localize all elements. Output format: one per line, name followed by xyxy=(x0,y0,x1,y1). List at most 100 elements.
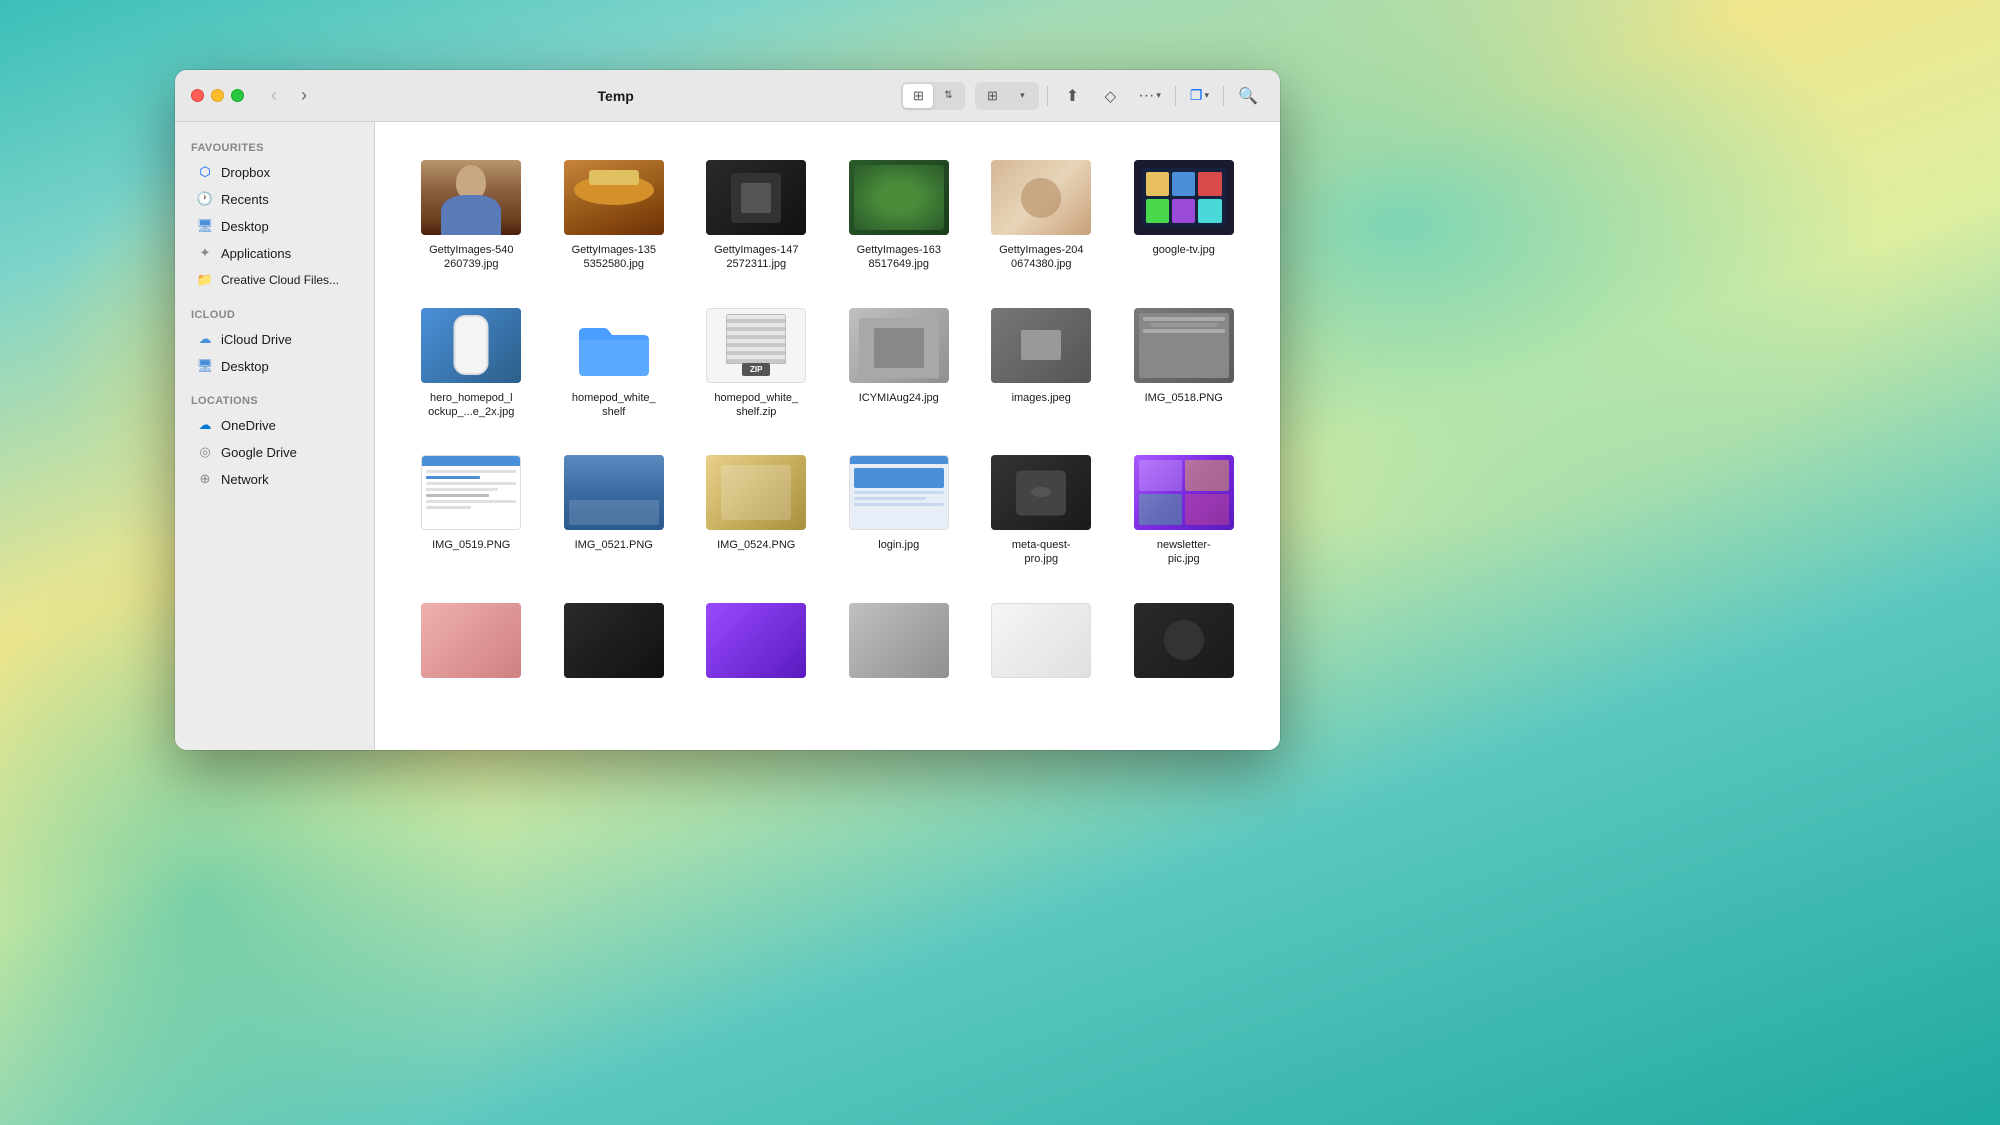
sort-icon: ⇅ xyxy=(944,90,952,101)
file-thumbnail xyxy=(706,455,806,530)
file-name: GettyImages-1638517649.jpg xyxy=(857,243,941,272)
sidebar-item-network-label: Network xyxy=(221,472,269,487)
forward-button[interactable]: › xyxy=(290,82,318,110)
file-item[interactable]: IMG_0518.PNG xyxy=(1118,300,1251,428)
file-item[interactable]: IMG_0521.PNG xyxy=(548,447,681,575)
file-thumbnail xyxy=(849,455,949,530)
file-item[interactable] xyxy=(405,595,538,694)
sidebar-item-creative-cloud[interactable]: 📁 Creative Cloud Files... xyxy=(181,267,368,293)
file-thumbnail xyxy=(991,160,1091,235)
content-area: GettyImages-540260739.jpg GettyImages-13… xyxy=(375,122,1280,750)
file-thumbnail xyxy=(1134,160,1234,235)
view-toggle-2: ⊞ ▾ xyxy=(975,82,1039,110)
file-thumbnail xyxy=(564,160,664,235)
toolbar-separator-1 xyxy=(1047,86,1048,106)
file-item[interactable]: hero_homepod_lockup_...e_2x.jpg xyxy=(405,300,538,428)
file-item[interactable]: IMG_0524.PNG xyxy=(690,447,823,575)
favourites-section-label: Favourites xyxy=(175,134,374,158)
file-item[interactable]: GettyImages-1355352580.jpg xyxy=(548,152,681,280)
sidebar: Favourites ⬡ Dropbox 🕐 Recents 🖥 Desktop… xyxy=(175,122,375,750)
file-name: IMG_0518.PNG xyxy=(1145,391,1223,405)
file-item[interactable]: meta-quest-pro.jpg xyxy=(975,447,1108,575)
file-thumbnail xyxy=(1134,603,1234,678)
file-item[interactable] xyxy=(548,595,681,694)
file-item[interactable] xyxy=(1118,595,1251,694)
back-button[interactable]: ‹ xyxy=(260,82,288,110)
file-item[interactable]: images.jpeg xyxy=(975,300,1108,428)
file-name: meta-quest-pro.jpg xyxy=(1012,538,1071,567)
clock-icon: 🕐 xyxy=(197,191,213,207)
file-name: homepod_white_shelf.zip xyxy=(714,391,798,420)
sidebar-item-icloud-desktop[interactable]: 🖥 Desktop xyxy=(181,353,368,379)
sort-view-button[interactable]: ⇅ xyxy=(933,84,963,108)
file-item[interactable]: ICYMIAug24.jpg xyxy=(833,300,966,428)
view-options-dropdown[interactable]: ▾ xyxy=(1007,84,1037,108)
file-name: login.jpg xyxy=(878,538,919,552)
folder-svg xyxy=(574,313,654,378)
dropbox-icon: ❐ xyxy=(1190,87,1203,104)
chevron-right-icon: › xyxy=(301,85,307,106)
share-button[interactable]: ⬆ xyxy=(1056,82,1088,110)
file-thumbnail xyxy=(1134,308,1234,383)
file-thumbnail xyxy=(421,160,521,235)
file-item[interactable]: newsletter-pic.jpg xyxy=(1118,447,1251,575)
file-thumbnail xyxy=(991,603,1091,678)
nav-buttons: ‹ › xyxy=(260,82,318,110)
file-thumbnail xyxy=(706,160,806,235)
sidebar-item-desktop[interactable]: 🖥 Desktop xyxy=(181,213,368,239)
sidebar-item-applications[interactable]: ✦ Applications xyxy=(181,240,368,266)
file-item[interactable]: IMG_0519.PNG xyxy=(405,447,538,575)
dropbox-chevron-icon: ▾ xyxy=(1204,90,1209,101)
file-thumbnail xyxy=(991,308,1091,383)
icloud-desktop-icon: 🖥 xyxy=(197,358,213,374)
more-button[interactable]: ··· ▾ xyxy=(1132,82,1167,110)
sidebar-item-network[interactable]: ⊕ Network xyxy=(181,466,368,492)
sidebar-item-recents[interactable]: 🕐 Recents xyxy=(181,186,368,212)
dropbox-button[interactable]: ❐ ▾ xyxy=(1184,82,1215,110)
file-thumbnail xyxy=(421,603,521,678)
close-button[interactable] xyxy=(191,89,204,102)
file-thumbnail xyxy=(421,455,521,530)
sidebar-item-desktop-label: Desktop xyxy=(221,219,269,234)
sidebar-item-onedrive[interactable]: ☁ OneDrive xyxy=(181,412,368,438)
file-item[interactable] xyxy=(690,595,823,694)
icloud-section-label: iCloud xyxy=(175,301,374,325)
locations-section-label: Locations xyxy=(175,387,374,411)
sidebar-item-dropbox[interactable]: ⬡ Dropbox xyxy=(181,159,368,185)
sidebar-item-icloud-drive[interactable]: ☁ iCloud Drive xyxy=(181,326,368,352)
file-item[interactable] xyxy=(975,595,1108,694)
file-thumbnail xyxy=(564,308,664,383)
file-name: IMG_0521.PNG xyxy=(575,538,653,552)
more-icon: ··· xyxy=(1138,87,1154,105)
traffic-lights xyxy=(191,89,244,102)
file-grid: GettyImages-540260739.jpg GettyImages-13… xyxy=(395,142,1260,704)
file-item[interactable]: GettyImages-540260739.jpg xyxy=(405,152,538,280)
file-name: IMG_0519.PNG xyxy=(432,538,510,552)
grid-view-button[interactable]: ⊞ xyxy=(903,84,933,108)
view-options-button[interactable]: ⊞ xyxy=(977,84,1007,108)
file-item[interactable]: GettyImages-1638517649.jpg xyxy=(833,152,966,280)
sidebar-item-recents-label: Recents xyxy=(221,192,269,207)
maximize-button[interactable] xyxy=(231,89,244,102)
network-icon: ⊕ xyxy=(197,471,213,487)
file-item[interactable]: homepod_white_shelf xyxy=(548,300,681,428)
tag-button[interactable]: ◇ xyxy=(1094,82,1126,110)
file-name: GettyImages-540260739.jpg xyxy=(429,243,513,272)
more-chevron-icon: ▾ xyxy=(1156,90,1161,101)
file-item[interactable]: GettyImages-1472572311.jpg xyxy=(690,152,823,280)
file-thumbnail xyxy=(991,455,1091,530)
file-name: GettyImages-1355352580.jpg xyxy=(572,243,656,272)
file-thumbnail xyxy=(564,603,664,678)
sidebar-item-google-drive[interactable]: ◎ Google Drive xyxy=(181,439,368,465)
file-item[interactable]: login.jpg xyxy=(833,447,966,575)
file-item[interactable]: GettyImages-2040674380.jpg xyxy=(975,152,1108,280)
toolbar-right: ⊞ ⇅ ⊞ ▾ ⬆ ◇ ··· xyxy=(901,82,1264,110)
search-button[interactable]: 🔍 xyxy=(1232,82,1264,110)
file-name: newsletter-pic.jpg xyxy=(1157,538,1211,567)
creative-cloud-icon: 📁 xyxy=(197,272,213,288)
main-area: Favourites ⬡ Dropbox 🕐 Recents 🖥 Desktop… xyxy=(175,122,1280,750)
minimize-button[interactable] xyxy=(211,89,224,102)
file-item[interactable]: google-tv.jpg xyxy=(1118,152,1251,280)
file-item[interactable] xyxy=(833,595,966,694)
file-item[interactable]: ZIP homepod_white_shelf.zip xyxy=(690,300,823,428)
